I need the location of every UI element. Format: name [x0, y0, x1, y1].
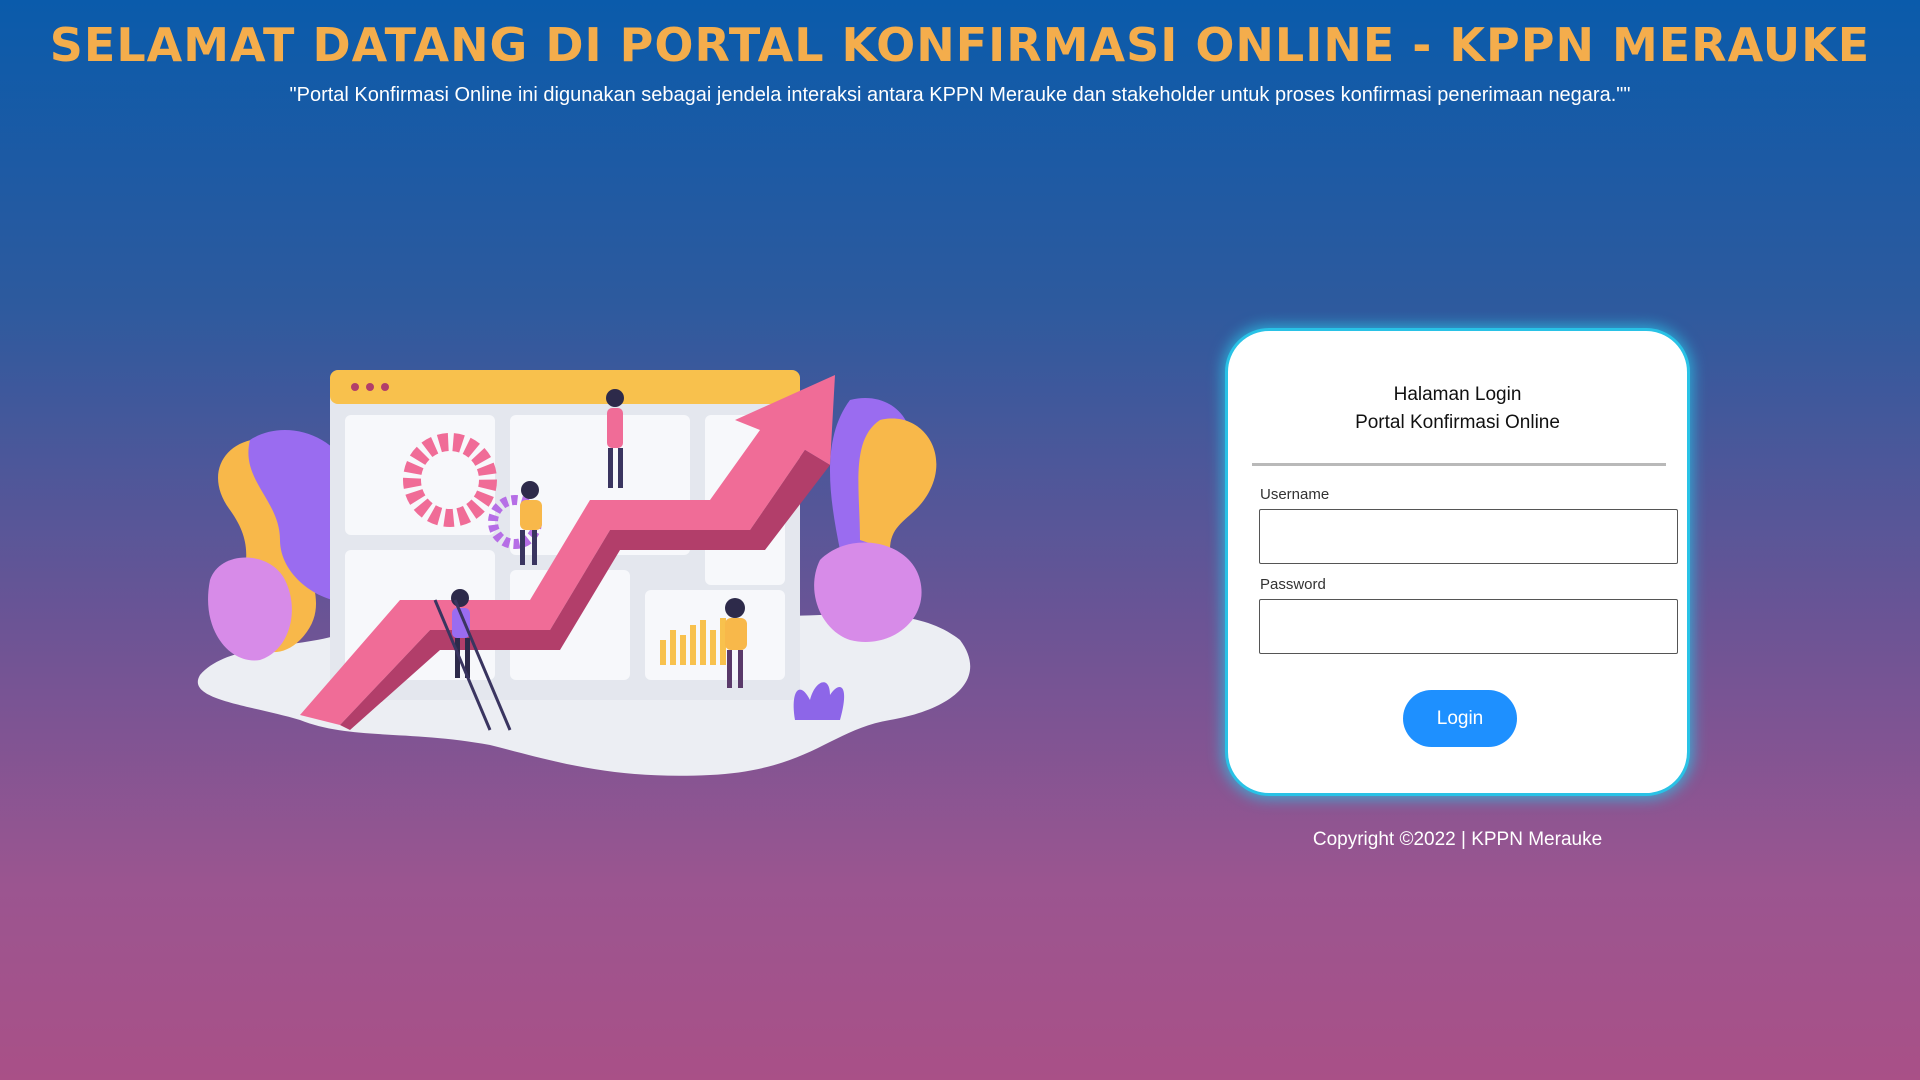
login-button[interactable]: Login: [1403, 690, 1517, 747]
login-heading-subtitle: Portal Konfirmasi Online: [1355, 412, 1560, 433]
username-input[interactable]: [1259, 509, 1678, 564]
copyright-text: Copyright ©2022 | KPPN Merauke: [1312, 829, 1603, 850]
heading-divider: [1252, 463, 1666, 466]
illustration-svg: [197, 370, 971, 776]
password-input[interactable]: [1259, 599, 1678, 654]
dashboard-growth-illustration: [190, 350, 980, 780]
page-subtitle: "Portal Konfirmasi Online ini digunakan …: [289, 84, 1631, 106]
login-heading-title: Halaman Login: [1393, 384, 1522, 405]
login-card: Halaman Login Portal Konfirmasi Online U…: [1225, 328, 1690, 796]
password-label: Password: [1260, 576, 1326, 593]
login-heading: Halaman Login Portal Konfirmasi Online: [1228, 381, 1687, 437]
page-title: SELAMAT DATANG DI PORTAL KONFIRMASI ONLI…: [49, 18, 1871, 72]
username-label: Username: [1260, 486, 1330, 503]
